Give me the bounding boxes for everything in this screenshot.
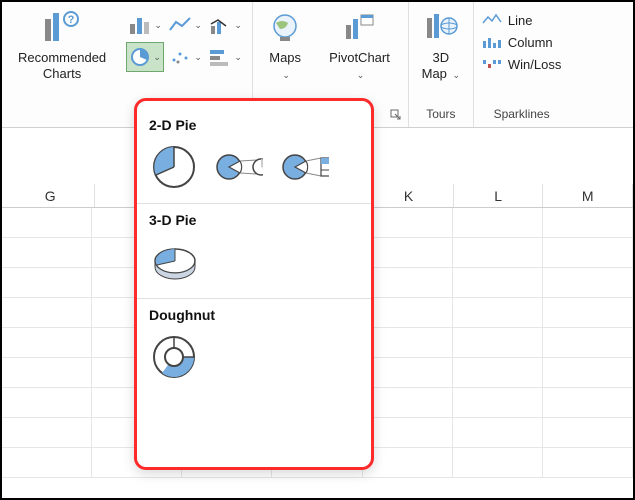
recommended-charts-label: Recommended Charts	[18, 50, 106, 83]
tours-group-label: Tours	[426, 107, 455, 125]
sparkline-winloss-button[interactable]: Win/Loss	[482, 56, 561, 72]
pivotchart-button[interactable]: PivotChart ⌄	[325, 6, 394, 85]
chart-type-grid: ⌄ ⌄ ⌄ ⌄ ⌄ ⌄	[126, 6, 244, 72]
chevron-down-icon: ⌄	[357, 70, 365, 80]
col-header[interactable]: M	[543, 184, 633, 207]
column-chart-button[interactable]: ⌄	[126, 10, 164, 40]
sparkline-column-label: Column	[508, 35, 553, 50]
combo-chart-button[interactable]: ⌄	[206, 10, 244, 40]
2d-pie-option[interactable]	[149, 143, 197, 191]
sparkline-column-icon	[482, 34, 502, 50]
3d-map-icon	[421, 8, 461, 48]
pie-chart-button[interactable]: ⌄	[126, 42, 164, 72]
pivotchart-label: PivotChart	[329, 50, 390, 65]
3d-pie-option[interactable]	[149, 238, 197, 286]
3d-pie-heading: 3-D Pie	[149, 212, 363, 228]
scatter-chart-button[interactable]: ⌄	[166, 42, 204, 72]
pivotchart-dialog-launcher-icon[interactable]	[390, 109, 404, 123]
pie-of-pie-option[interactable]	[215, 143, 263, 191]
sparkline-line-button[interactable]: Line	[482, 12, 561, 28]
chevron-down-icon: ⌄	[282, 70, 290, 80]
3d-map-label: 3D Map	[422, 50, 450, 81]
sparkline-column-button[interactable]: Column	[482, 34, 561, 50]
doughnut-option[interactable]	[149, 333, 197, 381]
col-header[interactable]: K	[364, 184, 454, 207]
tours-group: 3D Map ⌄ Tours	[409, 2, 474, 127]
recommended-charts-button[interactable]: ? Recommended Charts	[14, 6, 110, 85]
recommended-charts-group: ? Recommended Charts	[2, 2, 118, 127]
sparkline-line-icon	[482, 12, 502, 28]
sparkline-line-label: Line	[508, 13, 533, 28]
maps-button[interactable]: Maps ⌄	[261, 6, 309, 85]
sparklines-group-label: Sparklines	[494, 107, 550, 125]
2d-pie-heading: 2-D Pie	[149, 117, 363, 133]
doughnut-heading: Doughnut	[149, 307, 363, 323]
globe-icon	[265, 8, 305, 48]
maps-label: Maps	[269, 50, 301, 65]
pie-chart-dropdown: 2-D Pie 3-D Pie	[134, 98, 374, 470]
sparkline-winloss-label: Win/Loss	[508, 57, 561, 72]
bar-chart-button[interactable]: ⌄	[206, 42, 244, 72]
svg-text:?: ?	[68, 14, 75, 26]
sparklines-group: Line Column Win/Loss Sparklines	[474, 2, 569, 127]
line-chart-button[interactable]: ⌄	[166, 10, 204, 40]
sparkline-winloss-icon	[482, 56, 502, 72]
col-header[interactable]: L	[454, 184, 544, 207]
pivotchart-icon	[340, 8, 380, 48]
chevron-down-icon: ⌄	[453, 70, 461, 80]
3d-map-button[interactable]: 3D Map ⌄	[417, 6, 465, 85]
col-header[interactable]: G	[6, 184, 96, 207]
bar-of-pie-option[interactable]	[281, 143, 329, 191]
recommended-charts-icon: ?	[42, 8, 82, 48]
